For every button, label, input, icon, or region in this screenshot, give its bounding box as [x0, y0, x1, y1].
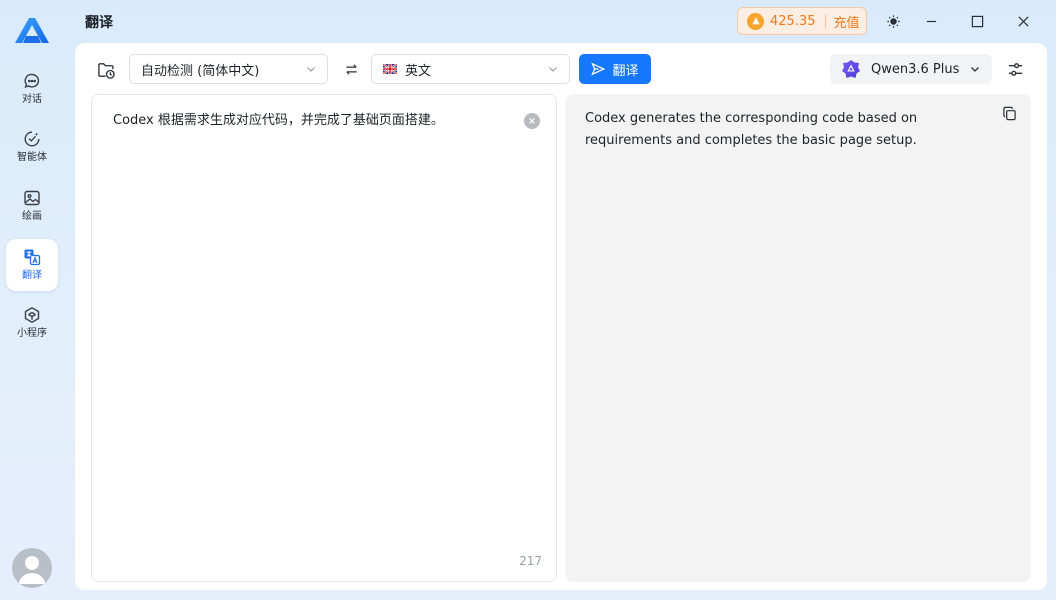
maximize-button[interactable] — [964, 8, 990, 34]
folder-history-icon — [97, 62, 115, 79]
source-language-select[interactable]: 自动检测 (简体中文) — [129, 54, 328, 84]
source-text-panel[interactable]: Codex 根据需求生成对应代码，并完成了基础页面搭建。 217 — [91, 94, 557, 582]
sun-icon — [886, 14, 900, 28]
model-select[interactable]: Qwen3.6 Plus — [830, 54, 992, 84]
theme-toggle-button[interactable] — [880, 8, 906, 34]
sidebar-item-agent[interactable]: 智能体 — [6, 121, 58, 173]
mini-program-icon — [24, 306, 40, 324]
sidebar-item-label: 绘画 — [22, 211, 42, 222]
sidebar-item-translate[interactable]: 翻译 — [6, 239, 58, 291]
sidebar-item-label: 智能体 — [17, 152, 47, 163]
qwen-logo-icon — [842, 60, 860, 78]
target-language-value: 英文 — [405, 63, 432, 79]
minimize-button[interactable] — [918, 8, 944, 34]
source-language-value: 自动检测 (简体中文) — [141, 63, 260, 79]
page-title: 翻译 — [85, 15, 113, 31]
chevron-down-icon — [971, 67, 979, 72]
user-avatar-icon — [19, 556, 45, 584]
app-window: 对话 智能体 绘画 翻译 小程序 翻译 425.35 充值 自动检测 (简体中文… — [0, 0, 1056, 600]
sidebar-item-label: 对话 — [22, 94, 42, 105]
image-icon — [24, 190, 40, 206]
sidebar-item-drawing[interactable]: 绘画 — [6, 180, 58, 232]
sidebar-item-chat[interactable]: 对话 — [6, 63, 58, 115]
chevron-down-icon — [307, 67, 315, 72]
translation-result-text: Codex generates the corresponding code b… — [585, 111, 918, 148]
sidebar-item-label: 小程序 — [17, 328, 47, 339]
close-icon — [1017, 15, 1029, 27]
translate-button-label: 翻译 — [612, 63, 639, 79]
avatar[interactable] — [12, 548, 52, 588]
copy-icon — [1002, 106, 1016, 120]
swap-languages-button[interactable] — [341, 59, 361, 79]
clear-icon — [529, 118, 535, 124]
translate-button[interactable]: 翻译 — [579, 54, 651, 84]
model-name: Qwen3.6 Plus — [871, 61, 960, 77]
swap-icon — [345, 63, 357, 75]
close-window-button[interactable] — [1010, 8, 1036, 34]
translate-icon — [24, 249, 41, 266]
recharge-link[interactable]: 充值 — [834, 12, 860, 31]
points-balance: 425.35 充值 — [737, 7, 867, 35]
minimize-icon — [926, 20, 936, 22]
app-logo-icon[interactable] — [13, 16, 51, 46]
maximize-icon — [971, 15, 983, 27]
sliders-icon — [1008, 62, 1022, 76]
character-count: 217 — [519, 554, 542, 568]
points-value: 425.35 — [770, 13, 816, 29]
chat-bubble-icon — [24, 73, 40, 89]
clear-text-button[interactable] — [524, 113, 540, 129]
source-text-input[interactable]: Codex 根据需求生成对应代码，并完成了基础页面搭建。 — [113, 111, 513, 131]
coin-icon — [747, 12, 764, 30]
sidebar: 对话 智能体 绘画 翻译 小程序 — [0, 0, 64, 600]
send-icon — [591, 62, 606, 76]
settings-button[interactable] — [1005, 59, 1025, 79]
divider — [824, 14, 826, 28]
sidebar-item-label: 翻译 — [22, 270, 42, 281]
target-language-select[interactable]: 英文 — [371, 54, 570, 84]
agent-icon — [24, 131, 40, 147]
chevron-down-icon — [549, 67, 557, 72]
uk-flag-icon — [383, 64, 397, 74]
main-panel: 自动检测 (简体中文) 英文 翻译 Qwen3.6 Plus Codex 根据需… — [75, 43, 1047, 590]
sidebar-item-mini-program[interactable]: 小程序 — [6, 297, 58, 349]
history-button[interactable] — [95, 59, 117, 81]
copy-button[interactable] — [1001, 105, 1017, 121]
translation-result-panel: Codex generates the corresponding code b… — [565, 94, 1031, 582]
